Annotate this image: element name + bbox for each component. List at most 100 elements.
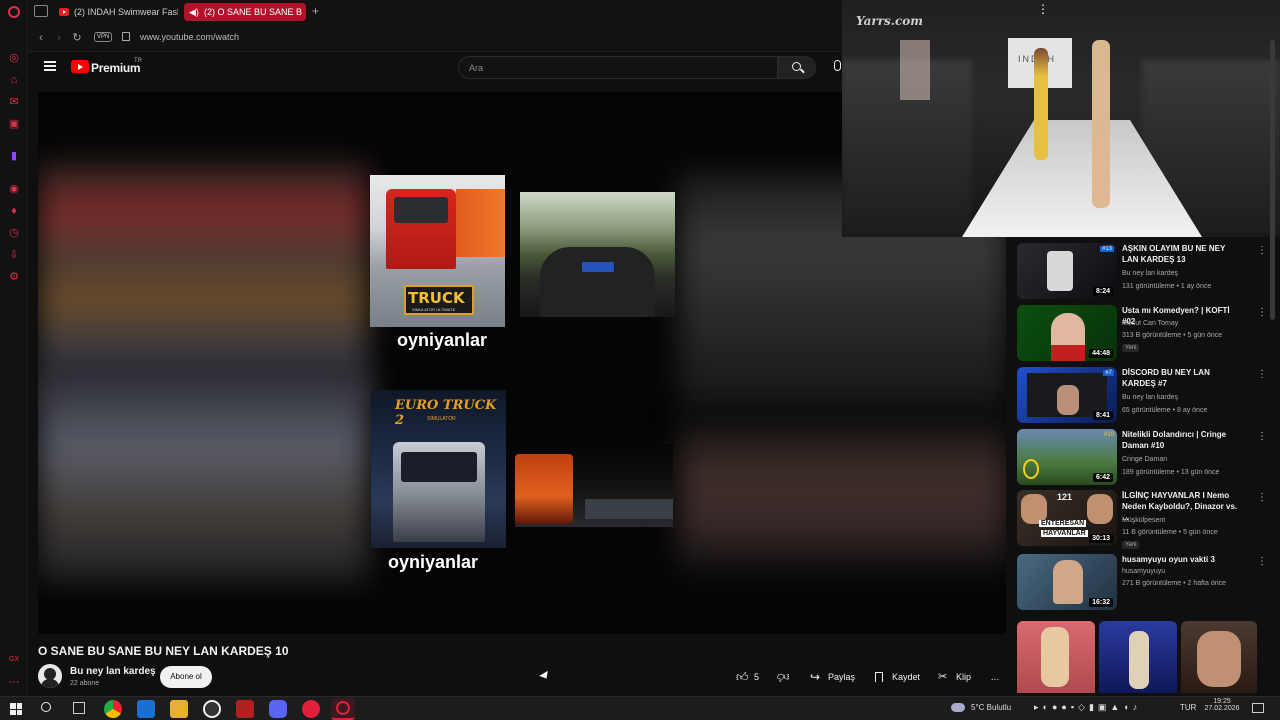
recommendation-title[interactable]: AŞKIN OLAYIM BU NE NEY LAN KARDEŞ 13 — [1122, 243, 1242, 265]
weather-text[interactable]: 5°C Bulutlu — [971, 703, 1011, 712]
more-options-icon[interactable]: ⋮ — [1257, 307, 1267, 318]
app-icon[interactable] — [203, 700, 221, 718]
downloads-icon[interactable]: ⇩ — [7, 248, 21, 262]
new-badge: Yeni — [1122, 344, 1140, 352]
more-actions-button[interactable]: … — [985, 666, 1005, 688]
recommendation-item[interactable]: #10 6:42 Nitelikli Dolandırıcı | Cringe … — [1017, 429, 1267, 487]
video-thumbnail[interactable]: #13 8:24 — [1017, 243, 1117, 299]
video-thumbnail[interactable]: 44:48 — [1017, 305, 1117, 361]
recommendation-meta: 189 görüntüleme • 13 gün önce — [1122, 469, 1220, 476]
clip-label: Klip — [956, 672, 972, 682]
bookmark-icon[interactable]: ♦ — [7, 204, 21, 218]
cloud-icon[interactable] — [951, 703, 965, 712]
back-icon[interactable]: ‹ — [34, 31, 48, 45]
like-button[interactable]: 👍︎ 5 — [734, 666, 764, 688]
chrome-icon[interactable] — [104, 700, 122, 718]
sidebar-more-icon[interactable]: ⋯ — [7, 675, 21, 689]
tab-current[interactable]: ◀) (2) O SANE BU SANE B — [184, 3, 306, 21]
more-options-icon[interactable]: ⋮ — [1257, 431, 1267, 442]
clock[interactable]: 19:25 27.02.2026 — [1204, 698, 1240, 712]
youtube-logo-text[interactable]: Premium — [91, 61, 141, 75]
url-field[interactable]: www.youtube.com/watch — [140, 32, 239, 42]
more-options-icon[interactable]: ⋮ — [1257, 369, 1267, 380]
truck-logo-subtext: SIMULATOR ULTIMATE — [412, 307, 456, 312]
mail-icon[interactable] — [137, 700, 155, 718]
tab-indah[interactable]: (2) INDAH Swimwear Fash — [54, 3, 178, 21]
short-thumbnail[interactable] — [1099, 621, 1177, 693]
recommendation-title[interactable]: Nitelikli Dolandırıcı | Cringe Daman #10 — [1122, 429, 1242, 451]
short-thumbnail[interactable] — [1017, 621, 1095, 693]
task-view-icon[interactable] — [73, 702, 85, 714]
file-explorer-icon[interactable] — [170, 700, 188, 718]
recommendation-title[interactable]: husamyuyu oyun vakti 3 — [1122, 554, 1242, 565]
recommendation-item[interactable]: 16:32 husamyuyu oyun vakti 3 husamyuyuyu… — [1017, 554, 1267, 612]
video-thumbnail[interactable]: #7 8:41 — [1017, 367, 1117, 423]
microphone-icon[interactable] — [834, 60, 841, 71]
voice-app-icon[interactable] — [236, 700, 254, 718]
video-thumbnail[interactable]: 121 ENTERESAN HAYVANLAR 30:13 — [1017, 490, 1117, 546]
input-language[interactable]: TUR — [1180, 703, 1196, 712]
tray-icons[interactable]: ▸◐●●▪◇▮▣▲◖♪ — [1034, 702, 1141, 713]
search-input[interactable]: Ara — [458, 56, 778, 79]
more-options-icon[interactable]: ⋮ — [1257, 245, 1267, 256]
recommendation-item[interactable]: 44:48 Usta mı Komedyen? | KOFTİ #02 Mesu… — [1017, 305, 1267, 363]
reload-icon[interactable]: ↻ — [70, 31, 84, 45]
tab-menu-icon[interactable] — [34, 5, 48, 17]
recommendation-channel[interactable]: Mesut Can Tomay — [1122, 320, 1178, 327]
page-scrollbar[interactable] — [1270, 40, 1275, 320]
recommendation-meta: 11 B görüntüleme • 5 gün önce — [1122, 529, 1218, 536]
gx-icon[interactable]: GX — [7, 653, 21, 667]
episode-tag: #13 — [1099, 246, 1114, 252]
dislike-button[interactable]: 👍︎ — [775, 666, 793, 688]
share-button[interactable]: ↪ Paylaş — [810, 666, 860, 688]
new-tab-button[interactable]: + — [312, 4, 319, 18]
twitch-icon[interactable]: ▮ — [7, 149, 21, 163]
recommendation-title[interactable]: DİSCORD BU NEY LAN KARDEŞ #7 — [1122, 367, 1242, 389]
notification-icon[interactable] — [1252, 703, 1264, 713]
recommendation-channel[interactable]: Müşkülpesent — [1122, 517, 1165, 524]
video-thumbnail[interactable]: #10 6:42 — [1017, 429, 1117, 485]
euro-truck-logo-text: EURO TRUCK 2 — [395, 398, 497, 428]
search-button[interactable] — [778, 56, 816, 79]
short-thumbnail[interactable] — [1181, 621, 1257, 693]
watermark: Yarrs.com — [856, 14, 923, 28]
forward-icon[interactable]: › — [52, 31, 66, 45]
channel-name[interactable]: Bu ney lan kardeş — [70, 666, 156, 677]
opera-gx-icon[interactable] — [331, 698, 355, 720]
aria-icon[interactable]: ◎ — [7, 51, 21, 65]
thumbs-down-icon: 👍︎ — [777, 670, 790, 684]
duration: 8:24 — [1092, 287, 1113, 296]
search-icon[interactable] — [41, 702, 51, 712]
recommendation-meta: 131 görüntüleme • 1 ay önce — [1122, 283, 1212, 290]
mini-player-dots-icon[interactable]: ⋮ — [1037, 2, 1049, 16]
recommendation-channel[interactable]: Cringe Daman — [1122, 456, 1167, 463]
windows-start-icon[interactable] — [10, 703, 22, 715]
player-icon[interactable]: ◉ — [7, 182, 21, 196]
recommendation-item[interactable]: 121 ENTERESAN HAYVANLAR 30:13 İLGİNÇ HAY… — [1017, 490, 1267, 549]
recommendation-channel[interactable]: Bu ney lan kardeş — [1122, 394, 1178, 401]
settings-icon[interactable]: ⚙ — [7, 270, 21, 284]
opera-icon[interactable] — [302, 700, 320, 718]
recommendation-item[interactable]: #13 8:24 AŞKIN OLAYIM BU NE NEY LAN KARD… — [1017, 243, 1267, 301]
vpn-badge[interactable]: VPN — [94, 32, 113, 42]
clip-button[interactable]: ✂ Klip — [938, 666, 974, 688]
save-button[interactable]: Kaydet — [874, 666, 924, 688]
workspace-icon[interactable]: ⌂ — [7, 73, 21, 87]
recommendation-item[interactable]: #7 8:41 DİSCORD BU NEY LAN KARDEŞ #7 Bu … — [1017, 367, 1267, 425]
recommendation-channel[interactable]: Bu ney lan kardeş — [1122, 270, 1178, 277]
instagram-icon[interactable]: ▣ — [7, 117, 21, 131]
history-icon[interactable]: ◷ — [7, 226, 21, 240]
clock-time: 19:25 — [1213, 698, 1231, 705]
recommendation-channel[interactable]: husamyuyuyu — [1122, 568, 1165, 575]
video-thumbnail[interactable]: 16:32 — [1017, 554, 1117, 610]
discord-icon[interactable] — [269, 700, 287, 718]
more-options-icon[interactable]: ⋮ — [1257, 492, 1267, 503]
mini-player[interactable]: INDAH Yarrs.com ⋮ — [842, 0, 1280, 237]
more-options-icon[interactable]: ⋮ — [1257, 556, 1267, 567]
messenger-icon[interactable]: ✉ — [7, 95, 21, 109]
subscribe-button[interactable]: Abone ol — [160, 666, 212, 688]
opera-logo-icon[interactable] — [8, 6, 20, 18]
hamburger-menu-icon[interactable] — [44, 61, 56, 71]
channel-avatar[interactable] — [38, 664, 62, 688]
youtube-logo-icon[interactable] — [71, 60, 89, 73]
